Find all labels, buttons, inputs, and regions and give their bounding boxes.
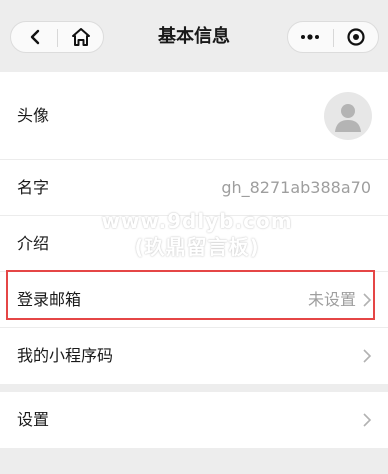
back-button[interactable] bbox=[11, 22, 57, 52]
close-miniprogram-button[interactable] bbox=[334, 22, 379, 52]
row-label: 设置 bbox=[17, 410, 50, 429]
back-icon bbox=[30, 29, 40, 45]
row-intro[interactable]: 介绍 bbox=[0, 216, 388, 272]
info-group-main: 头像 名字 gh_8271ab388a70 介绍 登录邮箱 未设置 我的小程序码 bbox=[0, 72, 388, 384]
more-button[interactable] bbox=[288, 22, 333, 52]
row-value: 未设置 bbox=[307, 290, 356, 309]
chevron-right-icon bbox=[363, 349, 372, 363]
status-bar bbox=[0, 0, 388, 14]
row-settings[interactable]: 设置 bbox=[0, 392, 388, 448]
more-dots-icon bbox=[301, 34, 319, 40]
nav-capsule-right bbox=[287, 21, 379, 53]
row-value: gh_8271ab388a70 bbox=[221, 178, 371, 197]
chevron-right-icon bbox=[363, 293, 372, 307]
nav-capsule-left bbox=[10, 21, 104, 53]
home-button[interactable] bbox=[58, 22, 104, 52]
row-label: 登录邮箱 bbox=[17, 290, 82, 309]
target-close-icon bbox=[347, 28, 365, 46]
row-mini-program-code[interactable]: 我的小程序码 bbox=[0, 328, 388, 384]
home-icon bbox=[72, 28, 90, 46]
avatar[interactable] bbox=[324, 92, 372, 140]
row-label: 介绍 bbox=[17, 234, 50, 253]
row-login-email[interactable]: 登录邮箱 未设置 bbox=[0, 272, 388, 328]
row-name[interactable]: 名字 gh_8271ab388a70 bbox=[0, 160, 388, 216]
navigation-bar: 基本信息 bbox=[0, 14, 388, 66]
row-label: 头像 bbox=[17, 106, 50, 125]
chevron-right-icon bbox=[363, 413, 372, 427]
info-group-settings: 设置 bbox=[0, 392, 388, 448]
row-label: 名字 bbox=[17, 178, 50, 197]
row-label: 我的小程序码 bbox=[17, 346, 114, 365]
row-avatar[interactable]: 头像 bbox=[0, 72, 388, 160]
user-silhouette-icon bbox=[335, 104, 361, 132]
